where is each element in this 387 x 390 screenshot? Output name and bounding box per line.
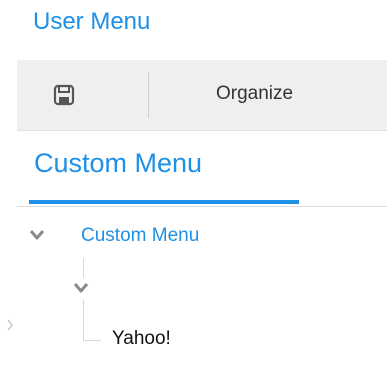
chevron-down-icon[interactable] — [29, 229, 45, 241]
chevron-down-icon[interactable] — [73, 282, 89, 294]
tree-node-custom-menu[interactable]: Custom Menu — [81, 225, 199, 247]
active-tab-indicator — [29, 200, 299, 204]
save-button[interactable] — [51, 82, 77, 108]
tab-custom-menu[interactable]: Custom Menu — [34, 148, 202, 179]
organize-button[interactable]: Organize — [216, 83, 293, 105]
toolbar: Organize — [17, 60, 387, 131]
page-title: User Menu — [33, 8, 151, 35]
tree-connector — [83, 340, 101, 341]
tree-connector — [83, 258, 84, 278]
save-icon — [53, 84, 75, 106]
toolbar-separator — [148, 72, 149, 118]
chevron-right-icon[interactable] — [6, 318, 14, 332]
tab-strip: Custom Menu — [17, 130, 387, 207]
tree-node-yahoo[interactable]: Yahoo! — [112, 328, 171, 350]
tree-connector — [83, 300, 84, 340]
